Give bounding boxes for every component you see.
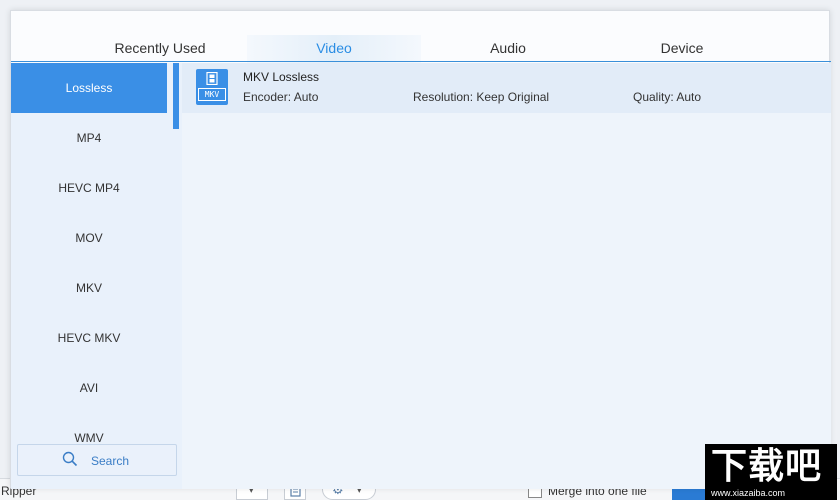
tab-device[interactable]: Device: [595, 35, 769, 63]
format-tabs: Recently Used Video Audio Device: [11, 35, 831, 63]
tab-underline: [11, 61, 831, 62]
preset-resolution: Resolution: Keep Original: [413, 90, 550, 104]
search-label: Search: [91, 454, 130, 468]
format-badge: MKV: [198, 88, 226, 101]
watermark-text: 下载吧: [711, 445, 823, 486]
film-icon: [206, 72, 218, 85]
category-mp4[interactable]: MP4: [11, 113, 167, 163]
category-list: Lossless MP4 HEVC MP4 MOV MKV HEVC MKV A…: [11, 63, 182, 489]
category-mkv[interactable]: MKV: [11, 263, 167, 313]
watermark-url: www.xiazaiba.com: [711, 488, 786, 498]
watermark-logo: 下载吧 www.xiazaiba.com: [705, 444, 837, 500]
search-icon: [62, 451, 78, 467]
tab-audio[interactable]: Audio: [421, 35, 595, 63]
category-avi[interactable]: AVI: [11, 363, 167, 413]
format-popup: Recently Used Video Audio Device Lossles…: [10, 10, 831, 489]
category-hevc-mp4[interactable]: HEVC MP4: [11, 163, 167, 213]
preset-list: MKV MKV Lossless Encoder: Auto Resolutio…: [182, 63, 831, 489]
category-lossless[interactable]: Lossless: [11, 63, 167, 113]
preset-row[interactable]: MKV MKV Lossless Encoder: Auto Resolutio…: [182, 63, 831, 113]
tab-video[interactable]: Video: [247, 35, 421, 63]
tab-recently-used[interactable]: Recently Used: [73, 35, 247, 63]
preset-quality: Quality: Auto: [633, 90, 702, 104]
search-box[interactable]: Search: [17, 444, 177, 476]
mkv-format-icon: MKV: [196, 69, 228, 105]
preset-encoder: Encoder: Auto: [243, 90, 319, 104]
category-scrollbar[interactable]: [173, 63, 179, 129]
category-hevc-mkv[interactable]: HEVC MKV: [11, 313, 167, 363]
preset-name: MKV Lossless: [243, 70, 320, 84]
category-mov[interactable]: MOV: [11, 213, 167, 263]
